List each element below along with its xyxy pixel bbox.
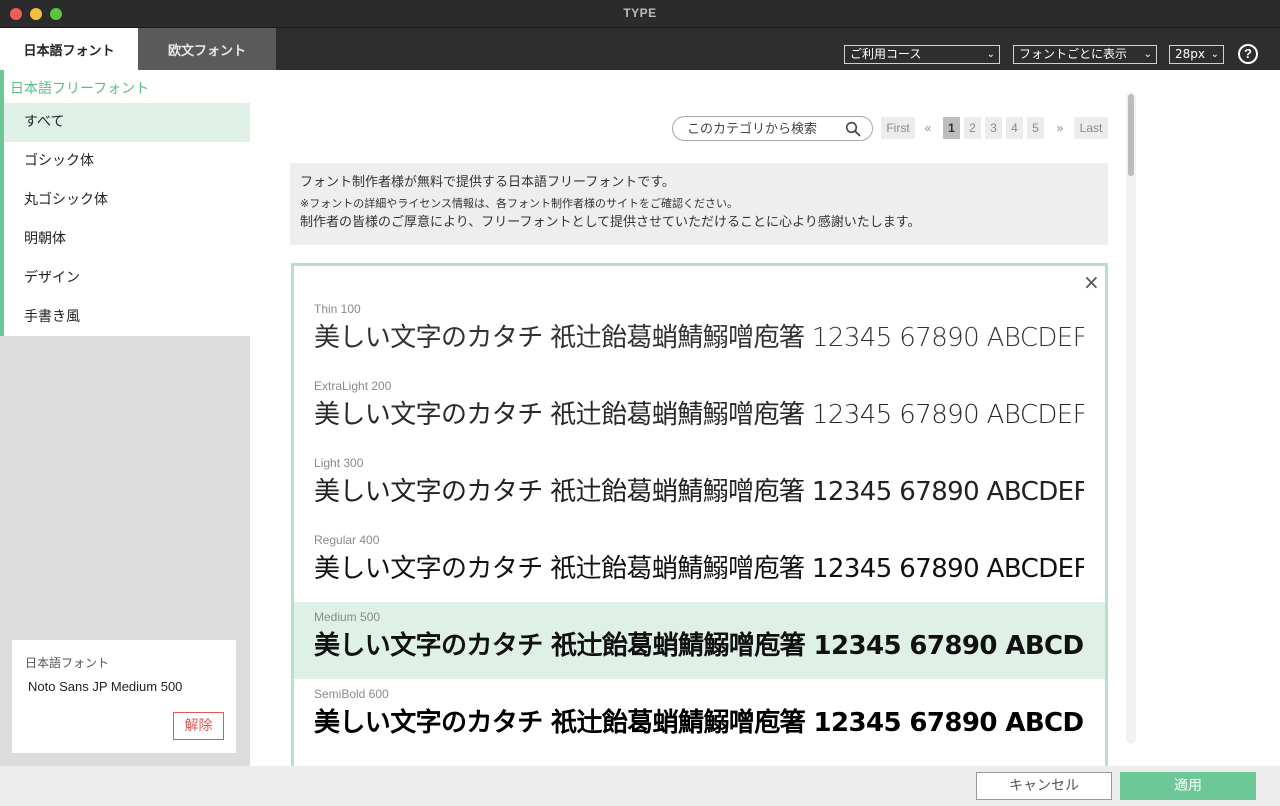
pagination-page-2[interactable]: 2 (964, 117, 981, 139)
selected-font-card: 日本語フォント Noto Sans JP Medium 500 解除 (12, 640, 236, 753)
category-list: 日本語フリーフォント すべて ゴシック体 丸ゴシック体 明朝体 デザイン 手書き… (0, 70, 250, 336)
main-content: First « 1 2 3 4 5 » Last フォント制作者様が無料で提供す… (250, 70, 1280, 766)
weight-row-light[interactable]: Light 300 美しい文字のカタチ 祇辻飴葛蛸鯖鰯噌庖箸 12345 678… (294, 448, 1105, 525)
help-icon[interactable]: ? (1238, 44, 1258, 64)
weight-sample: 美しい文字のカタチ 祇辻飴葛蛸鯖鰯噌庖箸 12345 67890 ABCDEFG (314, 477, 1084, 507)
weight-label: Regular 400 (314, 533, 380, 547)
font-size-select[interactable]: 28px ⌄ (1169, 45, 1224, 64)
course-select-value: ご利用コース (850, 47, 922, 61)
chevron-down-icon: ⌄ (1143, 49, 1152, 60)
window-title: TYPE (623, 6, 657, 20)
weight-label: SemiBold 600 (314, 687, 389, 701)
title-bar: TYPE (0, 0, 1280, 28)
pagination-page-5[interactable]: 5 (1027, 117, 1044, 139)
close-icon[interactable]: × (1083, 272, 1100, 292)
weight-row-medium[interactable]: Medium 500 美しい文字のカタチ 祇辻飴葛蛸鯖鰯噌庖箸 12345 67… (294, 602, 1105, 679)
weight-sample: 美しい文字のカタチ 祇辻飴葛蛸鯖鰯噌庖箸 12345 67890 ABCDEFG (314, 631, 1084, 661)
toolbar: 日本語フォント 欧文フォント ご利用コース ⌄ フォントごとに表示 ⌄ 28px… (0, 28, 1280, 70)
pagination-page-1[interactable]: 1 (943, 117, 960, 139)
pagination-last[interactable]: Last (1074, 117, 1108, 139)
scrollbar-thumb[interactable] (1128, 94, 1134, 176)
view-mode-select[interactable]: フォントごとに表示 ⌄ (1013, 45, 1157, 64)
pagination-page-4[interactable]: 4 (1006, 117, 1023, 139)
pagination-page-3[interactable]: 3 (985, 117, 1002, 139)
pagination-prev[interactable]: « (920, 117, 936, 139)
search-input[interactable] (687, 120, 837, 138)
scrollbar[interactable] (1126, 92, 1136, 744)
weight-label: Medium 500 (314, 610, 381, 624)
description-line: 制作者の皆様のご厚意により、フリーフォントとして提供させていただけることに心より… (300, 215, 921, 230)
font-size-select-value: 28px (1175, 47, 1205, 61)
weight-sample: 美しい文字のカタチ 祇辻飴葛蛸鯖鰯噌庖箸 12345 67890 ABCDEFG (314, 554, 1084, 584)
tab-japanese-fonts[interactable]: 日本語フォント (0, 28, 138, 70)
search-icon[interactable] (845, 121, 861, 137)
pagination-first[interactable]: First (881, 117, 915, 139)
cancel-button[interactable]: キャンセル (976, 772, 1112, 800)
font-family-panel: × Thin 100 美しい文字のカタチ 祇辻飴葛蛸鯖鰯噌庖箸 12345 67… (291, 263, 1108, 766)
sidebar-item-design[interactable]: デザイン (4, 259, 250, 298)
pagination-next[interactable]: » (1052, 117, 1068, 139)
sidebar-item-all[interactable]: すべて (4, 103, 250, 142)
apply-button[interactable]: 適用 (1120, 772, 1256, 800)
category-description: フォント制作者様が無料で提供する日本語フリーフォントです。 ※フォントの詳細やラ… (290, 163, 1108, 245)
sidebar-item-mincho[interactable]: 明朝体 (4, 220, 250, 259)
description-line: フォント制作者様が無料で提供する日本語フリーフォントです。 (300, 175, 675, 190)
weight-sample: 美しい文字のカタチ 祇辻飴葛蛸鯖鰯噌庖箸 12345 67890 ABCDEFG (314, 400, 1084, 430)
weight-sample: 美しい文字のカタチ 祇辻飴葛蛸鯖鰯噌庖箸 12345 67890 ABCDEFG (314, 708, 1084, 738)
description-note: ※フォントの詳細やライセンス情報は、各フォント制作者様のサイトをご確認ください。 (300, 197, 738, 210)
weight-label: Light 300 (314, 456, 364, 470)
sidebar-item-rounded-gothic[interactable]: 丸ゴシック体 (4, 181, 250, 220)
weight-label: Thin 100 (314, 302, 361, 316)
footer: キャンセル 適用 (0, 766, 1280, 806)
tab-western-fonts[interactable]: 欧文フォント (138, 28, 276, 70)
category-title: 日本語フリーフォント (10, 81, 150, 97)
release-button[interactable]: 解除 (173, 712, 224, 740)
chevron-down-icon: ⌄ (986, 49, 995, 60)
weight-row-regular[interactable]: Regular 400 美しい文字のカタチ 祇辻飴葛蛸鯖鰯噌庖箸 12345 6… (294, 525, 1105, 602)
selected-font-label: 日本語フォント (25, 656, 110, 670)
view-mode-select-value: フォントごとに表示 (1019, 47, 1128, 61)
sidebar: 日本語フリーフォント すべて ゴシック体 丸ゴシック体 明朝体 デザイン 手書き… (0, 70, 250, 766)
weight-label: ExtraLight 200 (314, 379, 392, 393)
course-select[interactable]: ご利用コース ⌄ (844, 45, 1000, 64)
weight-row-thin[interactable]: Thin 100 美しい文字のカタチ 祇辻飴葛蛸鯖鰯噌庖箸 12345 6789… (294, 294, 1105, 371)
chevron-down-icon: ⌄ (1210, 49, 1219, 60)
search-box[interactable] (672, 116, 873, 141)
weight-row-extralight[interactable]: ExtraLight 200 美しい文字のカタチ 祇辻飴葛蛸鯖鰯噌庖箸 1234… (294, 371, 1105, 448)
sidebar-item-gothic[interactable]: ゴシック体 (4, 142, 250, 181)
selected-font-name: Noto Sans JP Medium 500 (28, 679, 183, 694)
weight-sample: 美しい文字のカタチ 祇辻飴葛蛸鯖鰯噌庖箸 12345 67890 ABCDEFG (314, 323, 1084, 353)
weight-row-semibold[interactable]: SemiBold 600 美しい文字のカタチ 祇辻飴葛蛸鯖鰯噌庖箸 12345 … (294, 679, 1105, 756)
sidebar-item-handwriting[interactable]: 手書き風 (4, 298, 250, 337)
